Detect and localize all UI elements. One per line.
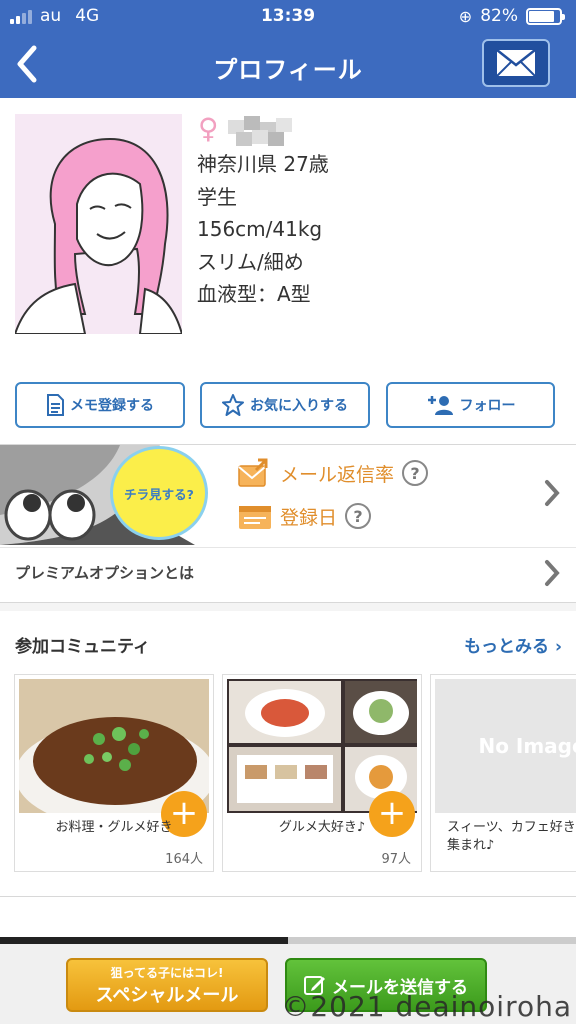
mail-reply-icon bbox=[238, 458, 268, 487]
scroll-indicator bbox=[0, 937, 576, 944]
special-mail-button[interactable]: 狙ってる子にはコレ! スペシャルメール bbox=[66, 958, 268, 1012]
favorite-button[interactable]: お気に入りする bbox=[200, 382, 370, 428]
memo-button[interactable]: メモ登録する bbox=[15, 382, 185, 428]
profile-blood-type: 血液型：A型 bbox=[197, 282, 311, 306]
chevron-right-icon[interactable] bbox=[542, 478, 562, 515]
chevron-right-icon[interactable] bbox=[542, 558, 562, 595]
community-card[interactable]: No Image スィーツ、カフェ好き集まれ♪ 2 bbox=[430, 674, 576, 872]
help-icon[interactable]: ? bbox=[345, 503, 372, 529]
community-image-placeholder: No Image bbox=[435, 679, 576, 813]
divider bbox=[0, 896, 576, 897]
mail-button[interactable] bbox=[482, 39, 550, 87]
premium-option-link[interactable]: プレミアムオプションとは bbox=[15, 562, 194, 583]
divider bbox=[0, 547, 576, 548]
add-user-icon bbox=[427, 396, 453, 415]
reply-rate-label: メール返信率 bbox=[280, 463, 395, 486]
profile-occupation: 学生 bbox=[197, 184, 237, 209]
profile-avatar[interactable] bbox=[15, 114, 182, 334]
see-more-label: もっとみる bbox=[464, 637, 550, 657]
memo-icon bbox=[47, 394, 64, 416]
follow-button-label: フォロー bbox=[459, 398, 516, 414]
battery-percent: 82% bbox=[480, 6, 518, 26]
help-icon[interactable]: ? bbox=[402, 460, 429, 486]
chira-bubble[interactable]: チラ見する? bbox=[110, 446, 208, 540]
reply-rate-row: メール返信率 ? bbox=[238, 458, 429, 488]
favorite-button-label: お気に入りする bbox=[250, 398, 348, 414]
registered-row: 登録日 ? bbox=[238, 502, 372, 530]
nav-bar: プロフィール bbox=[0, 34, 576, 98]
section-gap bbox=[0, 603, 576, 611]
battery-level bbox=[529, 10, 554, 22]
eyes-illustration bbox=[2, 487, 102, 543]
no-image-label: No Image bbox=[478, 734, 576, 758]
name-pixelated-image bbox=[228, 116, 292, 146]
community-card[interactable]: + お料理・グルメ好き 164人 bbox=[14, 674, 214, 872]
female-icon: ♀ bbox=[198, 112, 219, 145]
battery-icon bbox=[526, 7, 565, 25]
star-icon bbox=[222, 394, 244, 416]
special-mail-label: スペシャルメール bbox=[95, 985, 239, 1006]
profile-location-age: 神奈川県 27歳 bbox=[197, 152, 329, 176]
community-count: 97人 bbox=[381, 852, 411, 867]
community-name: スィーツ、カフェ好き集まれ♪ bbox=[447, 820, 576, 853]
scroll-indicator-fill bbox=[0, 937, 288, 944]
status-bar: au 4G 13:39 ⊕ 82% bbox=[0, 0, 576, 34]
watermark: ©2021 deainoiroha bbox=[281, 990, 572, 1023]
app-header: au 4G 13:39 ⊕ 82% プロフィール bbox=[0, 0, 576, 98]
registered-label: 登録日 bbox=[280, 506, 338, 529]
envelope-icon bbox=[496, 49, 536, 77]
follow-button[interactable]: フォロー bbox=[386, 382, 555, 428]
chevron-right-icon: › bbox=[554, 637, 562, 657]
status-right: ⊕ 82% bbox=[458, 6, 565, 26]
community-card[interactable]: + グルメ大好き♪ 97人 bbox=[222, 674, 422, 872]
community-name: お料理・グルメ好き bbox=[55, 820, 173, 835]
profile-body-type: スリム/細め bbox=[197, 249, 304, 274]
profile-height-weight: 156cm/41kg bbox=[197, 217, 323, 241]
special-mail-caption: 狙ってる子にはコレ! bbox=[110, 966, 224, 980]
community-heading: 参加コミュニティ bbox=[15, 637, 150, 657]
profile-details: 神奈川県 27歳 学生 156cm/41kg スリム/細め 血液型：A型 bbox=[197, 148, 329, 311]
memo-button-label: メモ登録する bbox=[70, 398, 154, 414]
rotation-lock-icon: ⊕ bbox=[458, 6, 473, 26]
community-name: グルメ大好き♪ bbox=[278, 820, 366, 835]
calendar-icon bbox=[239, 506, 271, 529]
see-more-link[interactable]: もっとみる › bbox=[464, 632, 562, 657]
community-count: 164人 bbox=[165, 852, 203, 867]
